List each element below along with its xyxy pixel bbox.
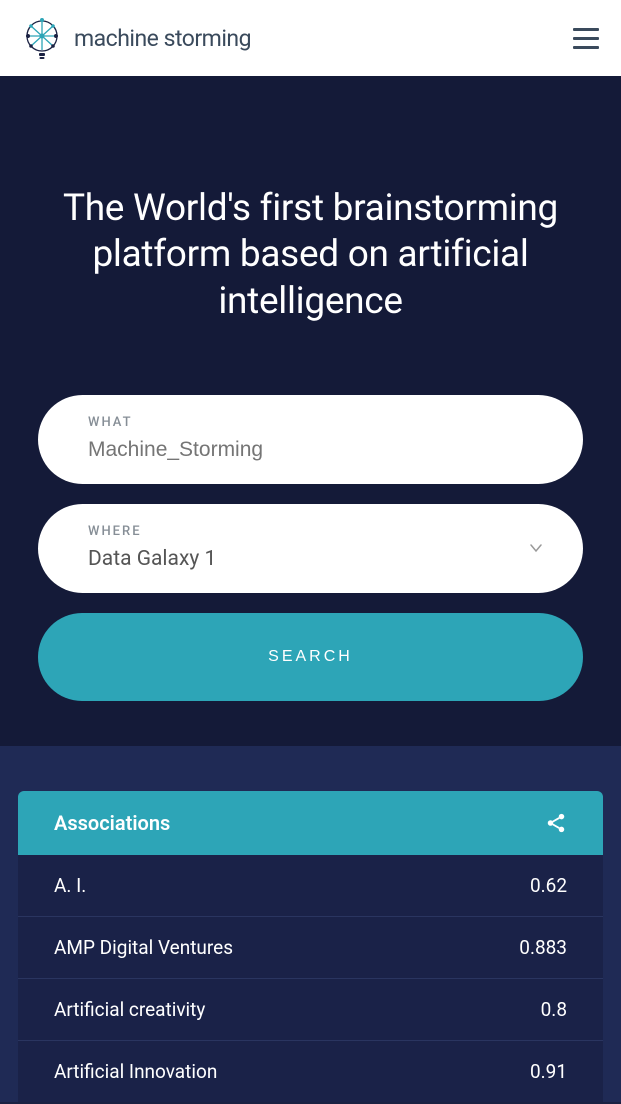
header: machine storming — [0, 0, 621, 76]
where-label: WHERE — [88, 524, 533, 539]
result-row[interactable]: Artificial Innovation 0.91 — [18, 1040, 603, 1102]
results-section: Associations A. I. 0.62 AMP Digital Vent… — [0, 746, 621, 1102]
what-label: WHAT — [88, 415, 533, 430]
where-selected: Data Galaxy 1 — [88, 547, 533, 571]
brand-name: machine storming — [74, 25, 251, 52]
result-row[interactable]: Artificial creativity 0.8 — [18, 978, 603, 1040]
hamburger-icon — [573, 28, 599, 31]
result-term: A. I. — [54, 874, 86, 897]
card-header: Associations — [18, 791, 603, 855]
card-title: Associations — [54, 811, 170, 835]
associations-card: Associations A. I. 0.62 AMP Digital Vent… — [18, 791, 603, 1102]
hero-section: The World's first brainstorming platform… — [0, 76, 621, 746]
result-term: AMP Digital Ventures — [54, 936, 233, 959]
what-field[interactable]: WHAT — [38, 395, 583, 484]
result-score: 0.62 — [530, 874, 567, 897]
what-input[interactable] — [88, 438, 533, 462]
result-row[interactable]: AMP Digital Ventures 0.883 — [18, 916, 603, 978]
search-button[interactable]: SEARCH — [38, 613, 583, 701]
chevron-down-icon — [529, 541, 543, 555]
result-term: Artificial Innovation — [54, 1060, 217, 1083]
results-list: A. I. 0.62 AMP Digital Ventures 0.883 Ar… — [18, 855, 603, 1102]
result-row[interactable]: A. I. 0.62 — [18, 855, 603, 916]
share-icon[interactable] — [545, 812, 567, 834]
where-field[interactable]: WHERE Data Galaxy 1 — [38, 504, 583, 593]
brainstorm-logo-icon — [18, 14, 66, 62]
hero-title: The World's first brainstorming platform… — [38, 186, 583, 325]
result-score: 0.883 — [519, 936, 567, 959]
result-term: Artificial creativity — [54, 998, 205, 1021]
result-score: 0.8 — [541, 998, 567, 1021]
result-score: 0.91 — [530, 1060, 567, 1083]
menu-button[interactable] — [569, 24, 603, 53]
logo[interactable]: machine storming — [18, 14, 251, 62]
